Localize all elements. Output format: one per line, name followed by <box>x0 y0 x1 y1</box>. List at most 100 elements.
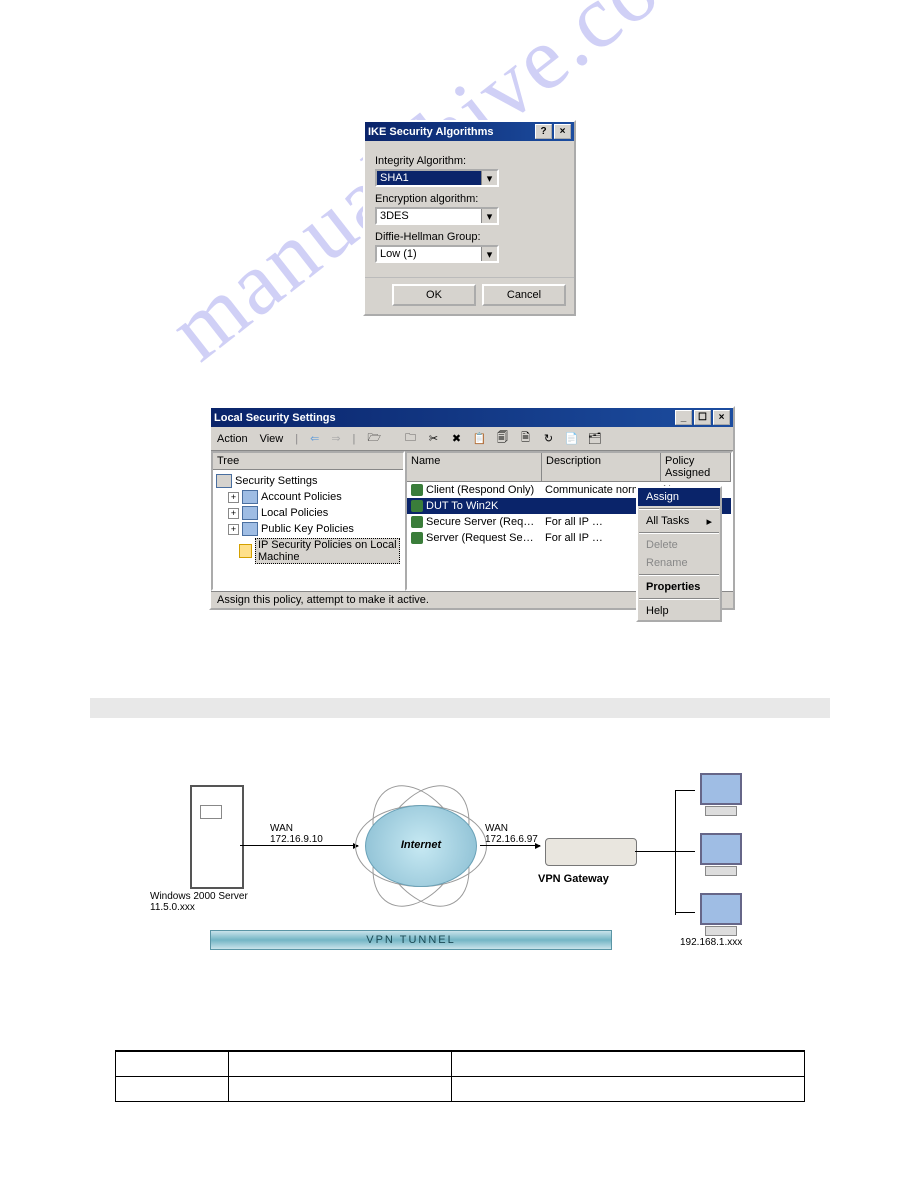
bus <box>675 790 676 915</box>
chevron-down-icon[interactable]: ▾ <box>481 247 497 261</box>
router-icon <box>545 838 637 866</box>
tree-header: Tree <box>213 453 403 470</box>
local-security-window: Local Security Settings _ ☐ × Action Vie… <box>209 406 735 610</box>
chevron-down-icon[interactable]: ▾ <box>481 209 497 223</box>
pc-icon <box>698 893 743 933</box>
shield-icon <box>216 474 232 488</box>
integrity-label: Integrity Algorithm: <box>375 155 564 167</box>
policy-icon <box>411 484 423 496</box>
arrow-right <box>480 845 540 846</box>
menubar: Action View | ⇐ ⇒ | 🗁 🗀✂✖📋🗐🗎↻📄🗂 <box>211 427 733 451</box>
context-menu: Assign All Tasks▸ DeleteRename Properties He… <box>636 486 722 622</box>
col-name[interactable]: Name <box>407 453 542 481</box>
policy-icon <box>411 516 423 528</box>
menu-separator <box>639 532 719 534</box>
section-band <box>90 698 830 718</box>
menu-action[interactable]: Action <box>217 433 248 445</box>
ike-title: IKE Security Algorithms <box>368 126 533 138</box>
server-label: Windows 2000 Server 11.5.0.xxx <box>150 891 248 913</box>
expand-icon[interactable]: + <box>228 524 239 535</box>
menu-item[interactable]: Assign <box>638 488 720 506</box>
pc-icon <box>698 773 743 813</box>
chevron-down-icon[interactable]: ▾ <box>481 171 497 185</box>
menu-item: Rename <box>638 554 720 572</box>
folder-icon <box>239 544 252 558</box>
settings-table <box>115 1050 805 1102</box>
menu-item[interactable]: All Tasks▸ <box>638 512 720 530</box>
toolbar-icon[interactable]: ✖ <box>447 430 466 448</box>
integrity-value: SHA1 <box>377 171 481 185</box>
submenu-arrow-icon: ▸ <box>706 515 712 528</box>
tree-label: Local Policies <box>261 507 328 519</box>
cable <box>675 790 695 791</box>
menu-separator <box>639 574 719 576</box>
lan-label: 192.168.1.xxx <box>680 937 742 948</box>
pc-icon <box>698 833 743 873</box>
dh-label: Diffie-Hellman Group: <box>375 231 564 243</box>
tree-item[interactable]: + Public Key Policies <box>216 521 400 537</box>
close-button[interactable]: × <box>554 124 571 139</box>
folder-icon <box>242 522 258 536</box>
toolbar-icon[interactable]: 🗀 <box>401 430 420 448</box>
ike-titlebar: IKE Security Algorithms ? × <box>365 122 574 141</box>
col-desc[interactable]: Description <box>542 453 661 481</box>
toolbar-icon[interactable]: ↻ <box>539 430 558 448</box>
server-icon <box>190 785 244 889</box>
list-pane: Name Description Policy Assigned Client … <box>405 451 733 591</box>
minimize-button[interactable]: _ <box>675 410 692 425</box>
toolbar-icon[interactable]: ✂ <box>424 430 443 448</box>
policy-icon <box>411 500 423 512</box>
internet-globe-icon: Internet <box>365 805 477 887</box>
menu-view[interactable]: View <box>260 433 284 445</box>
lss-title: Local Security Settings <box>214 412 673 424</box>
menu-item[interactable]: Properties <box>638 578 720 596</box>
lss-titlebar: Local Security Settings _ ☐ × <box>211 408 733 427</box>
vpn-tunnel-label: VPN TUNNEL <box>210 930 612 950</box>
tree-item[interactable]: + Local Policies <box>216 505 400 521</box>
dh-value: Low (1) <box>377 247 481 261</box>
forward-button: ⇒ <box>331 432 340 445</box>
wan-left-label: WAN172.16.9.10 <box>270 823 323 845</box>
cable <box>675 851 695 852</box>
help-button[interactable]: ? <box>535 124 552 139</box>
toolbar-icon[interactable]: 🗎 <box>516 430 535 448</box>
cancel-button[interactable]: Cancel <box>482 284 566 306</box>
list-header: Name Description Policy Assigned <box>407 453 731 482</box>
menu-item: Delete <box>638 536 720 554</box>
ok-button[interactable]: OK <box>392 284 476 306</box>
col-assigned[interactable]: Policy Assigned <box>661 453 731 481</box>
encryption-value: 3DES <box>377 209 481 223</box>
arrow-left <box>240 845 358 846</box>
integrity-combo[interactable]: SHA1 ▾ <box>375 169 499 187</box>
menu-separator <box>639 598 719 600</box>
folder-icon <box>242 490 258 504</box>
toolbar-icon[interactable]: 📄 <box>562 430 581 448</box>
toolbar-icon[interactable]: 📋 <box>470 430 489 448</box>
toolbar-icon[interactable]: 🗂 <box>585 430 604 448</box>
gateway-label: VPN Gateway <box>538 873 609 885</box>
back-button[interactable]: ⇐ <box>310 432 319 445</box>
toolbar: 🗀✂✖📋🗐🗎↻📄🗂 <box>401 430 604 448</box>
encryption-combo[interactable]: 3DES ▾ <box>375 207 499 225</box>
tree-item[interactable]: +Account Policies <box>216 489 400 505</box>
expand-icon[interactable]: + <box>228 508 239 519</box>
vpn-diagram: Windows 2000 Server 11.5.0.xxx WAN172.16… <box>150 785 780 965</box>
dh-combo[interactable]: Low (1) ▾ <box>375 245 499 263</box>
close-button[interactable]: × <box>713 410 730 425</box>
tree-label: Public Key Policies <box>261 523 354 535</box>
ike-dialog: IKE Security Algorithms ? × Integrity Al… <box>363 120 576 316</box>
tree-root[interactable]: Security Settings <box>216 473 400 489</box>
internet-label: Internet <box>366 839 476 851</box>
folder-icon <box>242 506 258 520</box>
maximize-button[interactable]: ☐ <box>694 410 711 425</box>
expand-icon[interactable]: + <box>228 492 239 503</box>
cable <box>675 912 695 913</box>
wan-right-label: WAN172.16.6.97 <box>485 823 538 845</box>
tree-item[interactable]: IP Security Policies on Local Machine <box>216 537 400 565</box>
tree-pane: Tree Security Settings +Account Policies… <box>211 451 405 591</box>
up-button[interactable]: 🗁 <box>367 429 381 448</box>
encryption-label: Encryption algorithm: <box>375 193 564 205</box>
cable <box>635 851 675 852</box>
menu-item[interactable]: Help <box>638 602 720 620</box>
toolbar-icon[interactable]: 🗐 <box>493 430 512 448</box>
